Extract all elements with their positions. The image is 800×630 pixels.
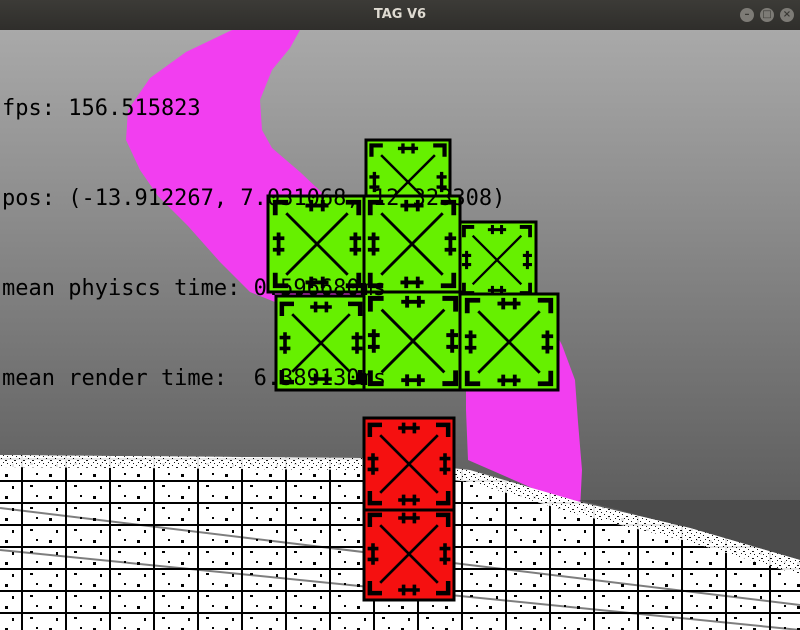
game-window: TAG V6 – □ × fps: 156.515823 pos: (-13.9… [0, 0, 800, 630]
game-viewport[interactable]: fps: 156.515823 pos: (-13.912267, 7.0310… [0, 30, 800, 630]
window-title: TAG V6 [373, 7, 427, 22]
render-time-readout: mean render time: 6.389130ms [2, 366, 387, 391]
maximize-button[interactable]: □ [760, 8, 774, 22]
debug-overlay: fps: 156.515823 pos: (-13.912267, 7.0310… [2, 34, 505, 454]
position-readout: pos: (-13.912267, 7.031068, 12.323308) [2, 186, 506, 211]
minimize-button[interactable]: – [740, 8, 754, 22]
physics-time-readout: mean phyiscs time: 0.596680ms [2, 276, 387, 301]
close-button[interactable]: × [780, 8, 794, 22]
title-bar[interactable]: TAG V6 – □ × [0, 0, 800, 31]
fps-readout: fps: 156.515823 [2, 96, 201, 121]
trunk-block-lower [362, 506, 456, 602]
